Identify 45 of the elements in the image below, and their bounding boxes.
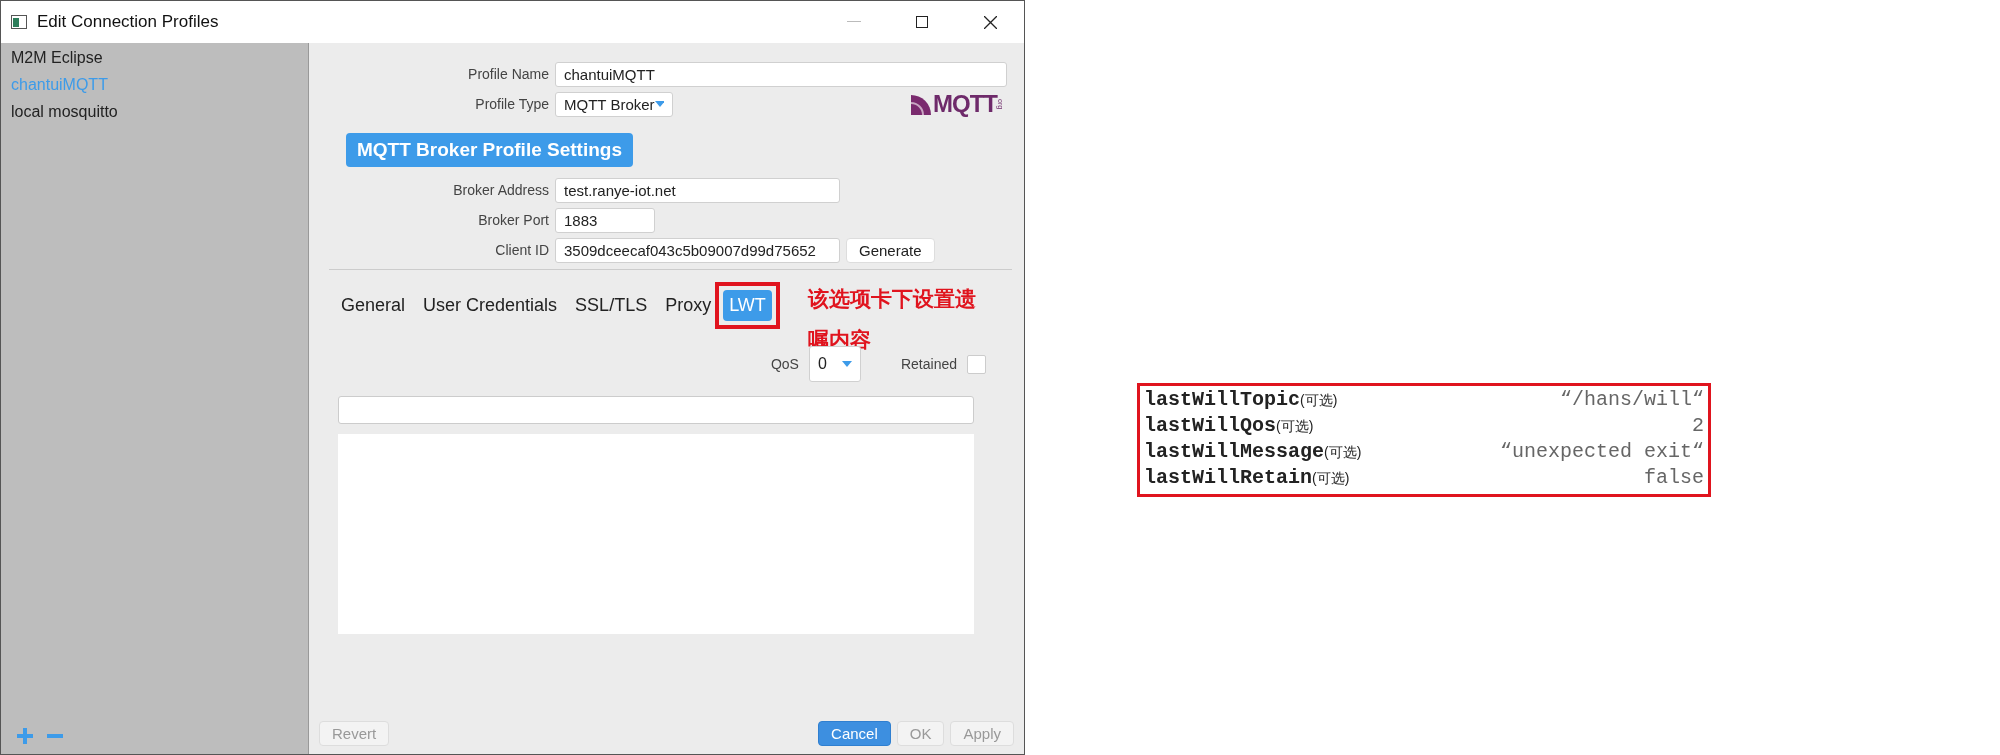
option-name: lastWillTopic [1144, 388, 1301, 411]
caret-icon [654, 101, 664, 107]
option-name: lastWillMessage [1144, 440, 1325, 463]
minimize-icon[interactable] [847, 21, 861, 23]
tab[interactable]: SSL/TLS [569, 290, 654, 321]
text-field[interactable]: 3509dceecaf043c5b09007d99d75652 [555, 237, 840, 263]
retained-label: Retained [900, 356, 957, 372]
option-name: lastWillQos [1144, 414, 1277, 437]
text-field[interactable]: 1883 [555, 207, 655, 233]
option-value: “unexpected exit“ [1499, 440, 1704, 463]
caret-icon [841, 361, 852, 367]
profile-list-item[interactable]: local mosquitto [1, 99, 308, 126]
profile-list-item[interactable]: M2M Eclipse [1, 45, 308, 72]
qos-dropdown[interactable]: 0 [808, 346, 861, 382]
generate-button[interactable]: Generate [846, 237, 935, 263]
tab[interactable]: General [335, 290, 412, 321]
section-header: MQTT Broker Profile Settings [346, 133, 633, 167]
option-note: (可选) [1300, 392, 1338, 410]
profile-name-field[interactable]: chantuiMQTT [555, 61, 1007, 87]
signal-waves-icon [911, 93, 933, 115]
tab[interactable]: User Credentials [417, 290, 564, 321]
field-label: Broker Address [452, 182, 549, 198]
option-value: 2 [1692, 414, 1704, 437]
text-field[interactable]: test.ranye-iot.net [555, 177, 840, 203]
logo-text: MQTT [933, 90, 997, 118]
window-icon [11, 15, 27, 29]
option-note: (可选) [1276, 418, 1314, 436]
field-label: Broker Port [477, 212, 549, 228]
profile-type-dropdown[interactable]: MQTT Broker [555, 91, 673, 117]
field-label: Profile Name [467, 66, 549, 82]
window-title: Edit Connection Profiles [37, 12, 220, 32]
option-note: (可选) [1324, 444, 1362, 462]
option-note: (可选) [1312, 470, 1350, 488]
tab[interactable]: Proxy [659, 290, 718, 321]
option-value: false [1644, 466, 1704, 489]
field-label: Client ID [494, 242, 549, 258]
topic-field[interactable] [338, 396, 974, 424]
option-name: lastWillRetain [1144, 466, 1313, 489]
field-label: Profile Type [474, 96, 549, 112]
qos-label: QoS [770, 356, 799, 372]
close-icon[interactable] [983, 15, 997, 29]
option-value: “/hans/will“ [1559, 388, 1704, 411]
maximize-icon[interactable] [916, 16, 928, 28]
add-icon[interactable] [17, 728, 33, 744]
retained-checkbox[interactable] [967, 354, 986, 374]
